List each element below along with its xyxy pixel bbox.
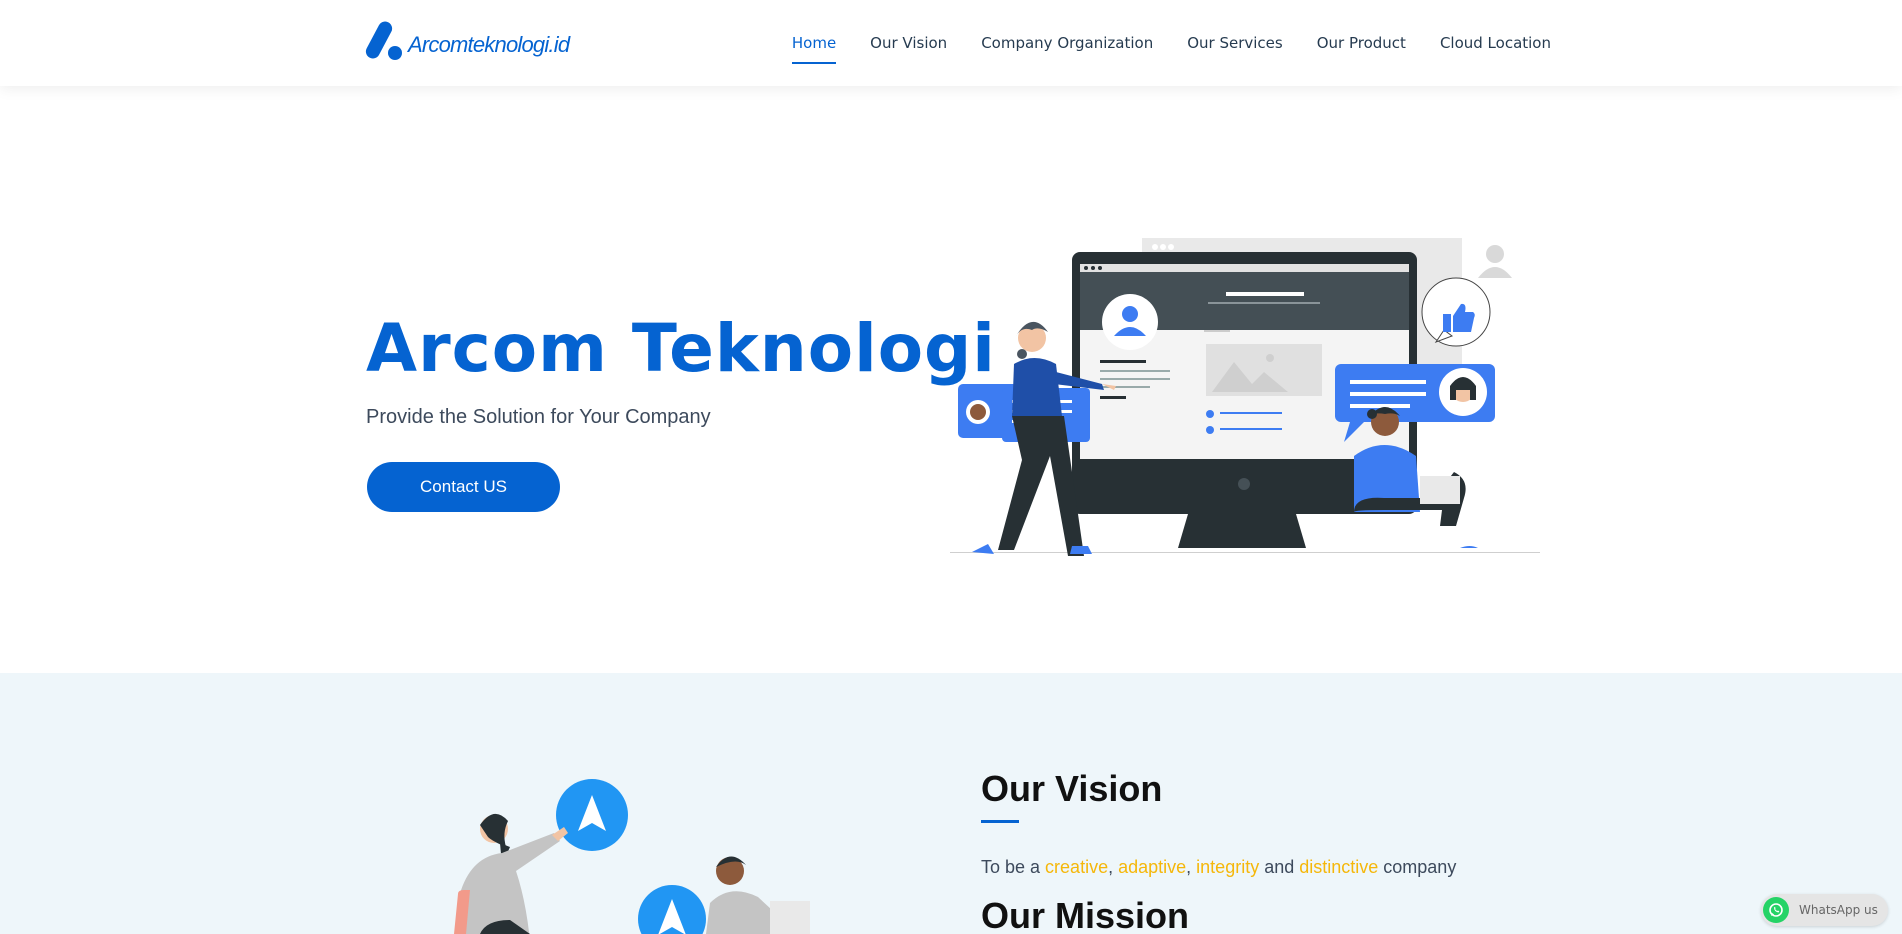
hero-title: Arcom Teknologi xyxy=(366,310,996,387)
vision-title-underline xyxy=(981,820,1019,823)
hero-section: Arcom Teknologi Provide the Solution for… xyxy=(0,86,1902,673)
nav-our-services[interactable]: Our Services xyxy=(1187,24,1283,62)
site-header: Arcomteknologi.id Home Our Vision Compan… xyxy=(0,0,1902,86)
nav-our-product[interactable]: Our Product xyxy=(1317,24,1406,62)
contact-us-button[interactable]: Contact US xyxy=(367,462,560,512)
logo-text: Arcomteknologi.id xyxy=(408,32,570,57)
logo-mark-icon xyxy=(363,19,406,61)
whatsapp-label: WhatsApp us xyxy=(1799,903,1878,917)
site-logo[interactable]: Arcomteknologi.id xyxy=(363,18,576,62)
nav-company-organization[interactable]: Company Organization xyxy=(981,24,1153,62)
vision-section: Our Vision To be a creative, adaptive, i… xyxy=(0,673,1902,934)
hero-subtitle: Provide the Solution for Your Company xyxy=(366,406,711,428)
mission-title: Our Mission xyxy=(981,895,1190,934)
vision-statement: To be a creative, adaptive, integrity an… xyxy=(981,857,1457,877)
vision-title: Our Vision xyxy=(981,768,1163,809)
hero-illustration xyxy=(950,238,1540,556)
whatsapp-icon xyxy=(1763,897,1789,923)
nav-cloud-location[interactable]: Cloud Location xyxy=(1440,24,1551,62)
vision-illustration xyxy=(454,779,810,934)
whatsapp-button[interactable]: WhatsApp us xyxy=(1761,894,1888,926)
nav-our-vision[interactable]: Our Vision xyxy=(870,24,947,62)
nav-home[interactable]: Home xyxy=(791,24,837,64)
main-nav: Home Our Vision Company Organization Our… xyxy=(791,0,1551,86)
